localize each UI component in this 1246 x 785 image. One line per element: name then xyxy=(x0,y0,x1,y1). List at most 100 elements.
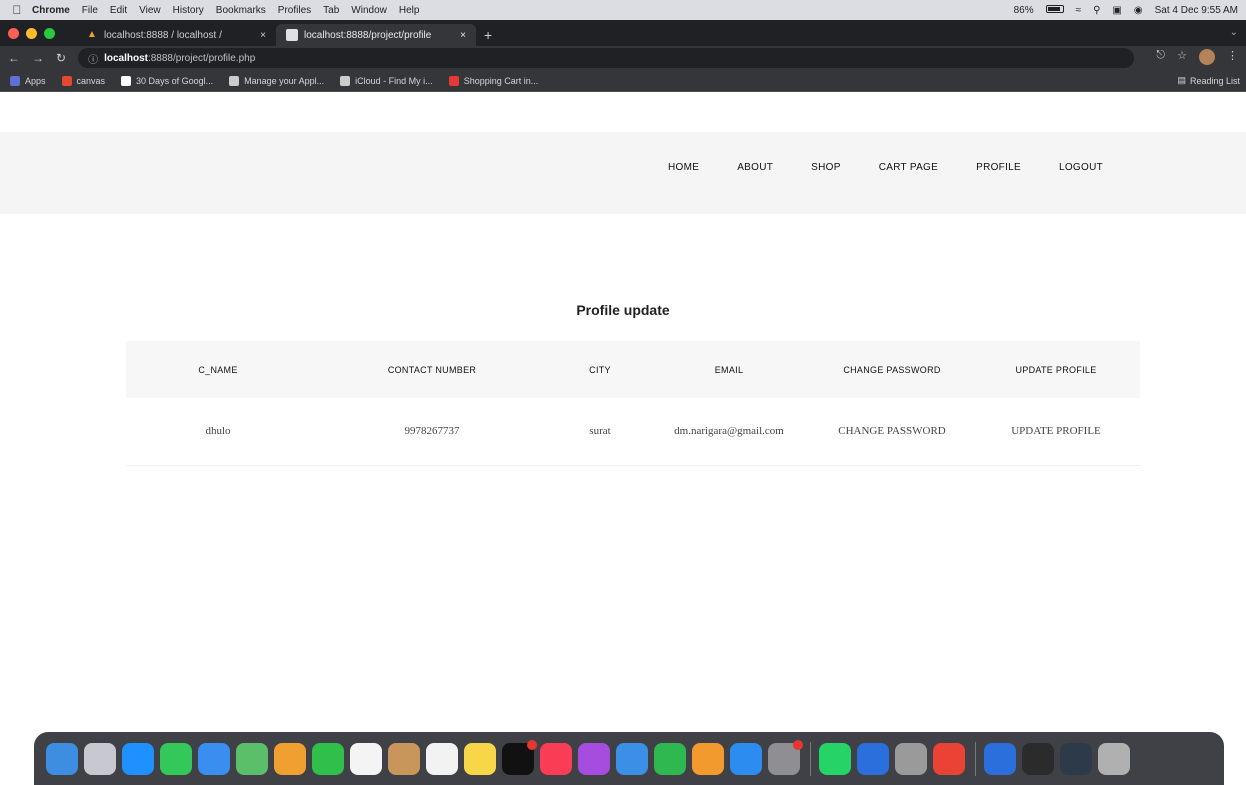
reading-list-label: Reading List xyxy=(1189,75,1240,86)
close-window-button[interactable] xyxy=(8,27,19,39)
bookmark-shopping-cart[interactable]: Shopping Cart in... xyxy=(448,75,539,86)
menu-view[interactable]: View xyxy=(139,5,161,16)
tab-title: localhost:8888/project/profile xyxy=(304,29,432,41)
reminders-icon[interactable] xyxy=(426,742,458,775)
site-header: HOME ABOUT SHOP CART PAGE PROFILE LOGOUT xyxy=(0,132,1246,214)
close-tab-icon[interactable]: × xyxy=(260,30,266,41)
menu-tab[interactable]: Tab xyxy=(323,5,339,16)
battery-percent: 86% xyxy=(1013,4,1034,16)
change-password-link[interactable]: CHANGE PASSWORD xyxy=(812,398,972,465)
trash-icon[interactable] xyxy=(1098,742,1130,775)
system-preferences-icon[interactable] xyxy=(768,739,803,775)
apple-icon[interactable]:  xyxy=(10,0,24,20)
bookmark-label: Apps xyxy=(25,75,46,86)
notes-icon[interactable] xyxy=(464,742,496,775)
tab-profile[interactable]: localhost:8888/project/profile × xyxy=(276,24,476,46)
menu-edit[interactable]: Edit xyxy=(110,5,127,16)
close-tab-icon[interactable]: × xyxy=(460,30,466,41)
messages-icon[interactable] xyxy=(160,742,192,775)
spotlight-icon[interactable]: ⚲ xyxy=(1093,5,1100,16)
calendar-icon[interactable] xyxy=(350,742,382,775)
menu-profiles[interactable]: Profiles xyxy=(278,5,311,16)
finder-icon[interactable] xyxy=(46,742,78,775)
chrome-icon[interactable] xyxy=(933,742,965,775)
sketch-up-icon[interactable] xyxy=(857,742,889,775)
bookmark-label: iCloud - Find My i... xyxy=(355,75,433,86)
contacts-icon[interactable] xyxy=(388,742,420,775)
nav-profile[interactable]: PROFILE xyxy=(976,162,1021,173)
minimize-window-button[interactable] xyxy=(26,27,37,39)
update-profile-link[interactable]: UPDATE PROFILE xyxy=(972,398,1140,465)
music-icon[interactable] xyxy=(540,742,572,775)
tab-phpmyadmin[interactable]: ▲ localhost:8888 / localhost / × xyxy=(76,24,276,46)
bookmark-30-days[interactable]: 30 Days of Googl... xyxy=(121,75,213,86)
toolbar-actions: ⎋ ☆ ⋮ xyxy=(1144,48,1238,68)
main-nav: HOME ABOUT SHOP CART PAGE PROFILE LOGOUT xyxy=(668,162,1103,173)
bookmark-canvas[interactable]: canvas xyxy=(61,75,105,86)
cell-email: dm.narigara@gmail.com xyxy=(674,425,784,438)
table-header-row: C_NAME CONTACT NUMBER CITY EMAIL CHANGE … xyxy=(126,341,1140,398)
browser-toolbar: ← → ↻ ⓘ localhost :8888/project/profile.… xyxy=(0,46,1246,70)
nav-home[interactable]: HOME xyxy=(668,162,699,173)
facetime-icon[interactable] xyxy=(312,742,344,775)
bookmark-label: Shopping Cart in... xyxy=(463,75,539,86)
canvas-icon xyxy=(61,75,72,86)
nav-shop[interactable]: SHOP xyxy=(811,162,841,173)
wifi-icon[interactable]: ≈ xyxy=(1076,5,1082,16)
control-center-icon[interactable]: ▣ xyxy=(1112,5,1121,16)
siri-icon[interactable]: ◉ xyxy=(1134,5,1143,16)
tab-title: localhost:8888 / localhost / xyxy=(104,29,222,41)
downloads-icon[interactable] xyxy=(984,742,1016,775)
google-icon xyxy=(121,75,132,86)
menu-bookmarks[interactable]: Bookmarks xyxy=(216,5,266,16)
macos-dock xyxy=(34,732,1224,785)
zoom-window-button[interactable] xyxy=(44,27,55,39)
whatsapp-icon[interactable] xyxy=(819,742,851,775)
menu-help[interactable]: Help xyxy=(399,5,420,16)
header-city: CITY xyxy=(589,364,611,375)
new-tab-button[interactable]: + xyxy=(484,24,492,46)
share-icon[interactable]: ⎋ xyxy=(1156,49,1165,68)
launchpad-icon[interactable] xyxy=(84,742,116,775)
safari-icon[interactable] xyxy=(122,742,154,775)
more-menu-icon[interactable]: ⋮ xyxy=(1227,49,1238,68)
profile-avatar[interactable] xyxy=(1199,48,1215,68)
maps-icon[interactable] xyxy=(236,742,268,775)
app-store-icon[interactable] xyxy=(730,742,762,775)
nav-buttons: ← → ↻ xyxy=(8,51,78,65)
folder-icon[interactable] xyxy=(1060,742,1092,775)
bookmark-icloud[interactable]: iCloud - Find My i... xyxy=(340,75,433,86)
podcasts-icon[interactable] xyxy=(578,742,610,775)
photos-icon[interactable] xyxy=(274,742,306,775)
mail-icon[interactable] xyxy=(198,742,230,775)
nav-cart-page[interactable]: CART PAGE xyxy=(879,162,938,173)
info-icon[interactable]: ⓘ xyxy=(88,51,98,66)
apps-grid-icon xyxy=(10,75,20,86)
page-icon xyxy=(286,29,298,41)
reload-icon[interactable]: ↻ xyxy=(56,51,66,65)
nav-logout[interactable]: LOGOUT xyxy=(1059,162,1103,173)
battery-icon[interactable] xyxy=(1045,4,1064,16)
reading-list-button[interactable]: ▤ Reading List xyxy=(1177,75,1240,86)
menu-file[interactable]: File xyxy=(82,5,98,16)
menu-window[interactable]: Window xyxy=(351,5,387,16)
terminal-icon[interactable] xyxy=(1022,742,1054,775)
nav-about[interactable]: ABOUT xyxy=(737,162,773,173)
mamp-icon[interactable] xyxy=(895,742,927,775)
back-icon[interactable]: ← xyxy=(8,51,20,65)
bookmark-apps[interactable]: Apps xyxy=(10,75,46,86)
browser-tabbar: ▲ localhost:8888 / localhost / × localho… xyxy=(0,20,1246,46)
forward-icon[interactable]: → xyxy=(32,51,44,65)
tv-icon[interactable] xyxy=(502,739,537,775)
menu-chrome[interactable]: Chrome xyxy=(32,5,70,16)
bookmark-manage-apple[interactable]: Manage your Appl... xyxy=(229,75,324,86)
pages-icon[interactable] xyxy=(692,742,724,775)
menu-history[interactable]: History xyxy=(173,5,204,16)
address-bar[interactable]: ⓘ localhost :8888/project/profile.php xyxy=(78,48,1135,68)
tab-search-icon[interactable]: ⌄ xyxy=(1230,20,1238,46)
clock[interactable]: Sat 4 Dec 9:55 AM xyxy=(1155,5,1238,16)
keynote-icon[interactable] xyxy=(616,742,648,775)
bookmark-star-icon[interactable]: ☆ xyxy=(1177,49,1187,68)
numbers-icon[interactable] xyxy=(654,742,686,775)
header-change-password: CHANGE PASSWORD xyxy=(843,364,941,375)
